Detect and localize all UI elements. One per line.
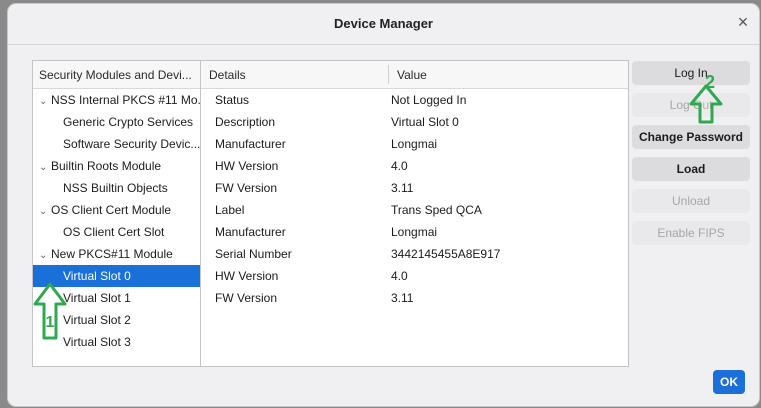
tree-item-label: Generic Crypto Services bbox=[63, 115, 194, 129]
tree-item-label: New PKCS#11 Module bbox=[51, 247, 173, 261]
enable-fips-button[interactable]: Enable FIPS bbox=[632, 221, 750, 245]
detail-value: Virtual Slot 0 bbox=[391, 115, 459, 129]
tree-slot-node[interactable]: OS Client Cert Slot bbox=[33, 221, 200, 243]
annotation-arrow-2-icon: 2 bbox=[689, 72, 723, 124]
tree-item-label: Builtin Roots Module bbox=[51, 159, 162, 173]
annotation-arrow-1-icon: 1 bbox=[33, 282, 67, 340]
dialog-title: Device Manager bbox=[334, 16, 433, 31]
tree-item-label: OS Client Cert Module bbox=[51, 203, 172, 217]
detail-key: FW Version bbox=[215, 181, 278, 195]
tree-item-label: Virtual Slot 3 bbox=[63, 335, 131, 349]
annotation-arrow-2-number: 2 bbox=[705, 72, 715, 92]
load-button[interactable]: Load bbox=[632, 157, 750, 181]
tree-slot-node[interactable]: Generic Crypto Services bbox=[33, 111, 200, 133]
tree-item-label: Virtual Slot 1 bbox=[63, 291, 131, 305]
detail-key: Serial Number bbox=[215, 247, 292, 261]
column-divider[interactable] bbox=[388, 65, 389, 84]
tree-slot-node[interactable]: NSS Builtin Objects bbox=[33, 177, 200, 199]
detail-value: Not Logged In bbox=[391, 93, 467, 107]
detail-key: HW Version bbox=[215, 269, 279, 283]
details-table-header: Details Value bbox=[201, 61, 628, 89]
detail-value: 3442145455A8E917 bbox=[391, 247, 501, 261]
detail-key: Manufacturer bbox=[215, 137, 286, 151]
detail-value: 3.11 bbox=[391, 291, 414, 305]
chevron-down-icon[interactable]: ⌄ bbox=[39, 245, 49, 265]
table-row[interactable]: HW Version 4.0 bbox=[201, 265, 628, 287]
tree-item-label: Software Security Devic... bbox=[63, 137, 200, 151]
detail-value: 4.0 bbox=[391, 159, 408, 173]
tree-slot-node[interactable]: Software Security Devic... bbox=[33, 133, 200, 155]
tree-module-node[interactable]: ⌄ Builtin Roots Module bbox=[33, 155, 200, 177]
tree-item-label: Virtual Slot 0 bbox=[63, 269, 131, 283]
change-password-button[interactable]: Change Password bbox=[632, 125, 750, 149]
chevron-down-icon[interactable]: ⌄ bbox=[39, 201, 49, 221]
tree-module-node[interactable]: ⌄ OS Client Cert Module bbox=[33, 199, 200, 221]
tree-module-node[interactable]: ⌄ New PKCS#11 Module bbox=[33, 243, 200, 265]
detail-key: HW Version bbox=[215, 159, 279, 173]
details-table: Details Value Status Not Logged In Descrip… bbox=[200, 60, 629, 367]
table-row[interactable]: Manufacturer Longmai bbox=[201, 133, 628, 155]
detail-key: Status bbox=[215, 93, 250, 107]
table-row[interactable]: FW Version 3.11 bbox=[201, 287, 628, 309]
ok-button[interactable]: OK bbox=[713, 370, 745, 394]
tree-header-label: Security Modules and Devi... bbox=[39, 68, 192, 82]
tree-item-label: NSS Internal PKCS #11 Mo... bbox=[51, 93, 200, 107]
column-header-value[interactable]: Value bbox=[397, 68, 427, 82]
detail-key: Description bbox=[215, 115, 276, 129]
column-header-details[interactable]: Details bbox=[209, 68, 246, 82]
table-row[interactable]: Manufacturer Longmai bbox=[201, 221, 628, 243]
detail-key: Manufacturer bbox=[215, 225, 286, 239]
detail-value: 4.0 bbox=[391, 269, 408, 283]
annotation-arrow-1-number: 1 bbox=[46, 314, 55, 331]
table-row[interactable]: FW Version 3.11 bbox=[201, 177, 628, 199]
chevron-down-icon[interactable]: ⌄ bbox=[39, 157, 49, 177]
unload-button[interactable]: Unload bbox=[632, 189, 750, 213]
close-icon[interactable]: × bbox=[733, 12, 753, 32]
table-row[interactable]: Status Not Logged In bbox=[201, 89, 628, 111]
detail-key: FW Version bbox=[215, 291, 278, 305]
chevron-down-icon[interactable]: ⌄ bbox=[39, 91, 49, 111]
detail-value: Trans Sped QCA bbox=[391, 203, 482, 217]
table-row[interactable]: HW Version 4.0 bbox=[201, 155, 628, 177]
detail-value: Longmai bbox=[391, 137, 438, 151]
details-table-body: Status Not Logged In Description Virtual Sl… bbox=[201, 89, 628, 309]
table-row[interactable]: Serial Number 3442145455A8E917 bbox=[201, 243, 628, 265]
tree-header: Security Modules and Devi... bbox=[33, 61, 200, 89]
detail-value: 3.11 bbox=[391, 181, 414, 195]
tree-item-label: OS Client Cert Slot bbox=[63, 225, 165, 239]
tree-item-label: NSS Builtin Objects bbox=[63, 181, 168, 195]
tree-item-label: Virtual Slot 2 bbox=[63, 313, 131, 327]
detail-value: Longmai bbox=[391, 225, 438, 239]
title-bar: Device Manager × bbox=[8, 4, 759, 45]
table-row[interactable]: Label Trans Sped QCA bbox=[201, 199, 628, 221]
device-manager-dialog: Device Manager × Security Modules and De… bbox=[8, 4, 759, 406]
table-row[interactable]: Description Virtual Slot 0 bbox=[201, 111, 628, 133]
tree-module-node[interactable]: ⌄ NSS Internal PKCS #11 Mo... bbox=[33, 89, 200, 111]
detail-key: Label bbox=[215, 203, 245, 217]
